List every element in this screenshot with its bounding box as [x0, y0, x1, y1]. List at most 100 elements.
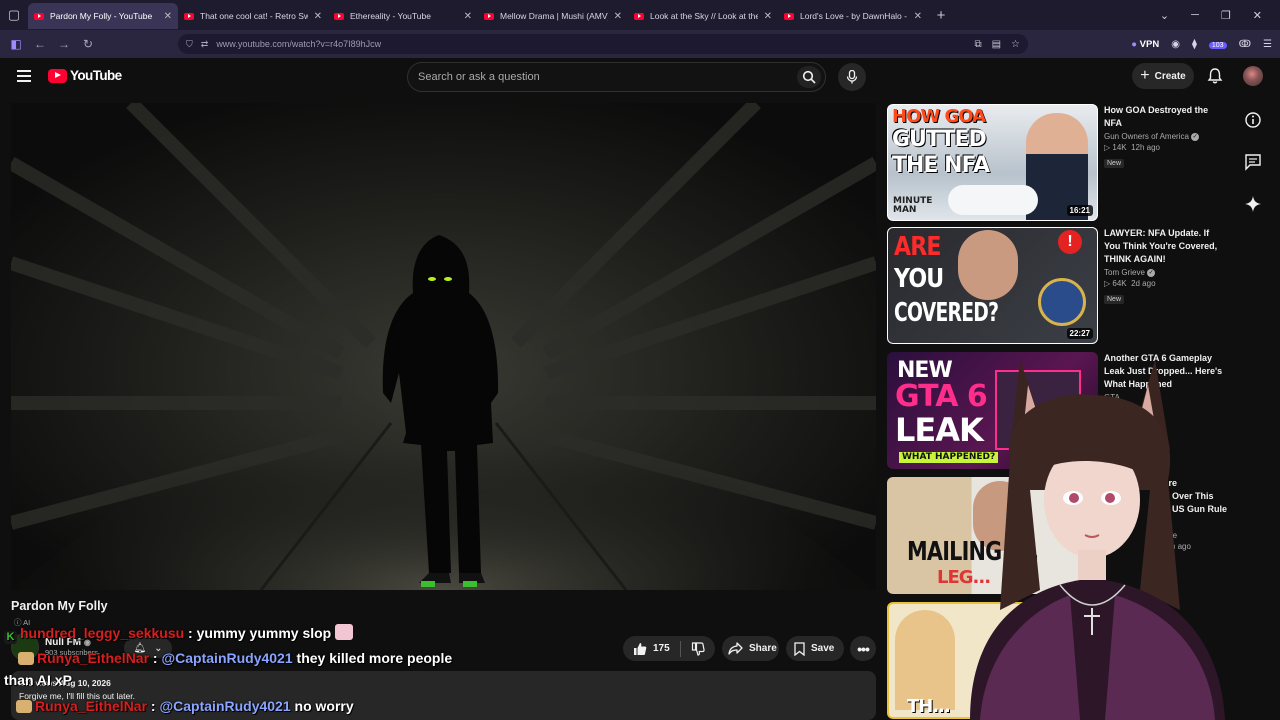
video-player[interactable]	[11, 103, 876, 590]
create-button[interactable]: + Create	[1132, 63, 1194, 89]
browser-tab[interactable]: Ethereality - YouTube ✕	[328, 3, 478, 29]
vpn-icon: ●	[1131, 38, 1138, 50]
recommendation-age: 2d ago	[1131, 279, 1156, 288]
video-duration: 16:21	[1066, 205, 1093, 216]
recommendation-title[interactable]: LAWYER: NFA Update. If You Think You're …	[1104, 227, 1226, 266]
video-thumbnail[interactable]: HOW GOA GUTTED THE NFA MINUTE MAN 16:21	[887, 104, 1098, 221]
address-bar[interactable]: ⛉ ⇄ www.youtube.com/watch?v=r4o7I89hJcw …	[178, 34, 1028, 54]
sidebar-toggle-icon[interactable]: ◧	[4, 37, 28, 51]
aria-icon[interactable]: ↂ	[1239, 39, 1251, 50]
recommendation-channel[interactable]: Gun Owners of America ✓	[1104, 132, 1226, 141]
close-tab-icon[interactable]: ✕	[914, 11, 922, 22]
more-actions-button[interactable]: •••	[850, 636, 876, 661]
forward-icon[interactable]: →	[52, 37, 76, 51]
thumbnail-text: HOW GOA	[892, 106, 986, 127]
maximize-icon[interactable]: ❐	[1221, 9, 1231, 22]
browser-menu-icon[interactable]: ☰	[1263, 39, 1272, 50]
thumbnail-seal	[1038, 278, 1086, 326]
chat-user-icon	[16, 700, 32, 713]
save-label: Save	[811, 643, 835, 654]
back-icon[interactable]: ←	[28, 37, 52, 51]
recommendation-age: 12h ago	[1131, 143, 1160, 152]
new-badge: New	[1104, 159, 1125, 168]
youtube-favicon-icon	[634, 12, 644, 20]
chat-mention: @CaptainRudy4021	[161, 650, 293, 666]
tab-title: Look at the Sky // Look at the S	[650, 11, 758, 21]
vpn-label: VPN	[1139, 38, 1160, 50]
chat-text: than AI xP	[4, 672, 72, 688]
recommendation-item[interactable]: ARE YOU COVERED? ! 22:27 LAWYER: NFA Upd…	[887, 227, 1227, 344]
tab-title: That one cool cat! - Retro Swing	[200, 11, 308, 21]
browser-tab[interactable]: Pardon My Folly - YouTube ✕	[28, 3, 178, 29]
youtube-logo[interactable]: YouTube	[48, 68, 122, 83]
chat-username: hundred_leggy_sekkusu	[20, 625, 185, 641]
like-button[interactable]: 175	[623, 636, 680, 661]
close-tab-icon[interactable]: ✕	[464, 11, 472, 22]
recommendation-channel[interactable]: Tom Grieve ✓	[1104, 268, 1226, 277]
dislike-button[interactable]	[681, 636, 715, 661]
share-button[interactable]: Share	[722, 636, 779, 661]
tab-list-chevron-icon[interactable]: ⌄	[1160, 9, 1169, 22]
save-button[interactable]: Save	[786, 636, 844, 661]
thumbnail-text: YOU	[894, 264, 944, 294]
guide-menu-icon[interactable]	[17, 70, 31, 82]
recommendation-info: LAWYER: NFA Update. If You Think You're …	[1104, 227, 1226, 306]
account-avatar[interactable]	[1243, 66, 1263, 86]
extension-badge[interactable]: 103	[1208, 39, 1227, 50]
close-tab-icon[interactable]: ✕	[764, 11, 772, 22]
url-text[interactable]: www.youtube.com/watch?v=r4o7I89hJcw	[216, 39, 381, 49]
sparkle-ai-icon[interactable]	[1244, 195, 1262, 213]
browser-tab[interactable]: That one cool cat! - Retro Swing ✕	[178, 3, 328, 29]
chat-username: Runya_EithelNar	[37, 650, 150, 666]
info-icon[interactable]	[1244, 111, 1262, 129]
new-tab-button[interactable]: +	[928, 7, 954, 24]
thumbnail-text: THE NFA	[892, 153, 990, 178]
recommendation-meta: ▷ 64K 2d ago	[1104, 279, 1156, 288]
voice-search-button[interactable]	[838, 63, 866, 91]
reload-icon[interactable]: ↻	[76, 37, 100, 51]
window-controls: ⌄ ─ ❐ ✕	[1160, 0, 1280, 30]
bookmark-star-icon[interactable]: ☆	[1011, 39, 1020, 50]
vpn-button[interactable]: ● VPN	[1131, 39, 1159, 50]
chat-bubble-icon[interactable]	[1244, 153, 1262, 171]
more-dots-icon: •••	[857, 640, 870, 657]
chat-text: yummy yummy slop	[196, 625, 332, 641]
search-placeholder: Search or ask a question	[418, 71, 540, 83]
search-input[interactable]: Search or ask a question	[407, 62, 826, 92]
chat-text: no worry	[294, 698, 354, 714]
youtube-favicon-icon	[34, 12, 44, 20]
video-thumbnail[interactable]: ARE YOU COVERED? ! 22:27	[887, 227, 1098, 344]
share-label: Share	[749, 643, 777, 654]
profile-icon[interactable]: ◉	[1171, 39, 1180, 50]
recommendation-views: 64K	[1112, 279, 1127, 288]
browser-tab[interactable]: Lord's Love - by DawnHalo - Yo ✕	[778, 3, 928, 29]
screenshot-icon[interactable]: ⧉	[974, 39, 981, 50]
chat-message: Runya_EithelNar : @CaptainRudy4021 no wo…	[16, 698, 354, 714]
search-icon	[802, 70, 816, 84]
browser-tab[interactable]: Mellow Drama | Mushi (AMV) (S ✕	[478, 3, 628, 29]
extensions-icon[interactable]: ⧫	[1192, 39, 1197, 50]
recommendation-meta: ▷ 14K 12h ago	[1104, 143, 1160, 152]
browser-tab[interactable]: Look at the Sky // Look at the S ✕	[628, 3, 778, 29]
tab-actions-icon[interactable]: ▢	[0, 0, 28, 30]
thumbnail-alert: !	[1058, 230, 1082, 254]
search-button[interactable]	[797, 66, 821, 88]
chat-emote-icon	[335, 624, 354, 640]
close-tab-icon[interactable]: ✕	[314, 11, 322, 22]
reader-icon[interactable]: ▤	[992, 39, 1001, 50]
recommendation-item[interactable]: HOW GOA GUTTED THE NFA MINUTE MAN 16:21 …	[887, 104, 1227, 221]
tune-icon[interactable]: ⇄	[201, 39, 209, 50]
recommendation-title[interactable]: How GOA Destroyed the NFA	[1104, 104, 1226, 130]
notifications-bell-icon[interactable]	[1206, 67, 1224, 85]
thumbnail-logo-text: MINUTE MAN	[893, 196, 933, 215]
recommendation-info: How GOA Destroyed the NFA Gun Owners of …	[1104, 104, 1226, 170]
video-duration: 22:27	[1066, 328, 1093, 339]
close-window-icon[interactable]: ✕	[1253, 9, 1262, 22]
close-tab-icon[interactable]: ✕	[164, 11, 172, 22]
chat-badge: K	[4, 631, 17, 644]
verified-check-icon: ✓	[1191, 132, 1200, 141]
site-info-icon[interactable]: ⛉	[186, 39, 193, 50]
extension-badge-count: 103	[1208, 41, 1227, 49]
close-tab-icon[interactable]: ✕	[614, 11, 622, 22]
minimize-icon[interactable]: ─	[1191, 9, 1199, 21]
